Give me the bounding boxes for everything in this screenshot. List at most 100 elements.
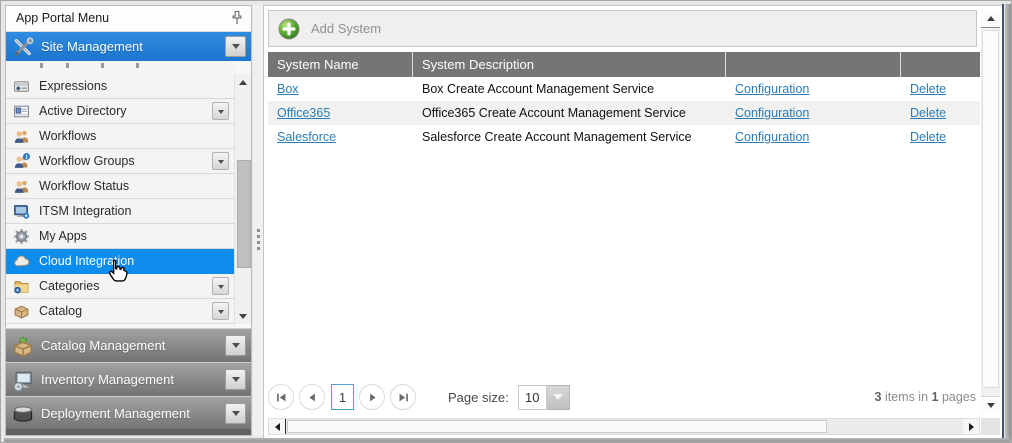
system-name-link[interactable]: Salesforce	[277, 130, 336, 144]
section-label: Catalog Management	[41, 338, 225, 353]
expressions-icon	[13, 78, 30, 94]
first-page-button[interactable]	[268, 384, 294, 410]
section-expand-button[interactable]	[225, 403, 246, 424]
last-page-button[interactable]	[390, 384, 416, 410]
sidebar-item-active-directory[interactable]: Active Directory	[6, 99, 234, 124]
clipped-list-item	[6, 61, 234, 75]
drive-icon	[12, 404, 34, 424]
section-collapse-button[interactable]	[225, 36, 246, 57]
delete-link[interactable]: Delete	[910, 82, 946, 96]
sidebar-section-inventory-management[interactable]: Inventory Management	[6, 362, 251, 396]
sidebar-item-itsm-integration[interactable]: ITSM Integration	[6, 199, 234, 224]
system-description: Salesforce Create Account Management Ser…	[413, 125, 726, 149]
scrollbar-corner	[981, 418, 1000, 435]
system-description: Box Create Account Management Service	[413, 77, 726, 101]
item-dropdown-button[interactable]	[212, 152, 229, 170]
vertical-scrollbar[interactable]	[981, 10, 1000, 414]
system-name-link[interactable]: Office365	[277, 106, 330, 120]
sidebar-title: App Portal Menu	[16, 11, 109, 25]
sidebar: App Portal Menu Site Management Expressi…	[5, 5, 252, 436]
item-dropdown-button[interactable]	[212, 277, 229, 295]
box-leaf-icon	[12, 336, 34, 356]
sidebar-section-catalog-management[interactable]: Catalog Management	[6, 328, 251, 362]
gear-icon	[13, 228, 30, 244]
items-count: 3	[875, 390, 882, 404]
items-summary: 3 items in 1 pages	[875, 380, 976, 414]
sidebar-title-bar: App Portal Menu	[6, 6, 251, 32]
previous-page-button[interactable]	[299, 384, 325, 410]
horizontal-scrollbar[interactable]	[268, 418, 980, 435]
scrollbar-thumb[interactable]	[237, 160, 251, 268]
add-plus-icon	[278, 18, 300, 40]
sidebar-item-workflow-status[interactable]: Workflow Status	[6, 174, 234, 199]
tools-icon	[12, 37, 34, 57]
page-size-label: Page size:	[448, 390, 509, 405]
column-header-system-description: System Description	[413, 52, 726, 77]
next-page-button[interactable]	[359, 384, 385, 410]
section-label: Deployment Management	[41, 406, 225, 421]
folder-gear-icon	[13, 278, 30, 294]
sidebar-item-my-apps[interactable]: My Apps	[6, 224, 234, 249]
window-shadow-right	[1005, 4, 1011, 441]
sidebar-item-expressions[interactable]: Expressions	[6, 74, 234, 99]
monitor-disc-icon	[12, 370, 34, 390]
section-expand-button[interactable]	[225, 335, 246, 356]
sidebar-scrollbar[interactable]	[234, 74, 251, 324]
person-info-icon	[13, 153, 30, 169]
delete-link[interactable]: Delete	[910, 106, 946, 120]
scrollbar-thumb[interactable]	[982, 30, 999, 388]
pages-count: 1	[932, 390, 939, 404]
page-size-dropdown[interactable]: 10	[518, 385, 570, 410]
main-panel: Add System System Name System Descriptio…	[263, 5, 1003, 439]
table-row: Salesforce Salesforce Create Account Man…	[268, 125, 980, 149]
column-header-system-name: System Name	[268, 52, 413, 77]
scroll-up-icon[interactable]	[981, 10, 1000, 28]
page-number-button[interactable]: 1	[331, 384, 354, 410]
scroll-down-icon[interactable]	[235, 308, 251, 324]
sidebar-item-workflow-groups[interactable]: Workflow Groups	[6, 149, 234, 174]
section-label: Site Management	[41, 39, 225, 54]
column-header-configuration	[726, 52, 901, 77]
panel-splitter[interactable]	[253, 5, 263, 436]
section-expand-button[interactable]	[225, 369, 246, 390]
item-dropdown-button[interactable]	[212, 102, 229, 120]
sidebar-item-cloud-integration[interactable]: Cloud Integration	[6, 249, 234, 274]
sidebar-item-workflows[interactable]: Workflows	[6, 124, 234, 149]
window-edge	[1002, 4, 1004, 440]
sidebar-bottom-strip	[6, 429, 251, 435]
page-size-value[interactable]: 10	[518, 385, 547, 410]
table-row: Office365 Office365 Create Account Manag…	[268, 101, 980, 125]
configuration-link[interactable]: Configuration	[735, 130, 809, 144]
box-icon	[13, 303, 30, 319]
toolbar: Add System	[268, 10, 977, 47]
scroll-down-icon[interactable]	[981, 396, 1000, 414]
person-icon	[13, 128, 30, 144]
scroll-right-icon[interactable]	[963, 419, 979, 434]
configuration-link[interactable]: Configuration	[735, 106, 809, 120]
sidebar-item-categories[interactable]: Categories	[6, 274, 234, 299]
splitter-grip-icon	[257, 229, 260, 232]
add-system-button[interactable]: Add System	[269, 11, 393, 46]
scroll-up-icon[interactable]	[235, 74, 251, 90]
item-dropdown-button[interactable]	[212, 302, 229, 320]
pin-icon[interactable]	[231, 10, 243, 26]
section-label: Inventory Management	[41, 372, 225, 387]
sidebar-section-site-management[interactable]: Site Management	[6, 32, 251, 61]
system-name-link[interactable]: Box	[277, 82, 299, 96]
scrollbar-thumb[interactable]	[287, 420, 827, 433]
page-size-dropdown-arrow-icon[interactable]	[547, 385, 570, 410]
window-shadow-bottom	[4, 438, 1010, 443]
add-system-label: Add System	[311, 21, 381, 36]
delete-link[interactable]: Delete	[910, 130, 946, 144]
sidebar-section-deployment-management[interactable]: Deployment Management	[6, 396, 251, 430]
table-row: Box Box Create Account Management Servic…	[268, 77, 980, 101]
system-description: Office365 Create Account Management Serv…	[413, 101, 726, 125]
sidebar-item-list: Expressions Active Directory Workflows	[6, 74, 234, 324]
person-icon	[13, 178, 30, 194]
configuration-link[interactable]: Configuration	[735, 82, 809, 96]
column-header-delete	[901, 52, 980, 77]
id-card-icon	[13, 103, 30, 119]
scroll-left-icon[interactable]	[269, 419, 286, 434]
monitor-gear-icon	[13, 203, 30, 219]
sidebar-item-catalog[interactable]: Catalog	[6, 299, 234, 324]
